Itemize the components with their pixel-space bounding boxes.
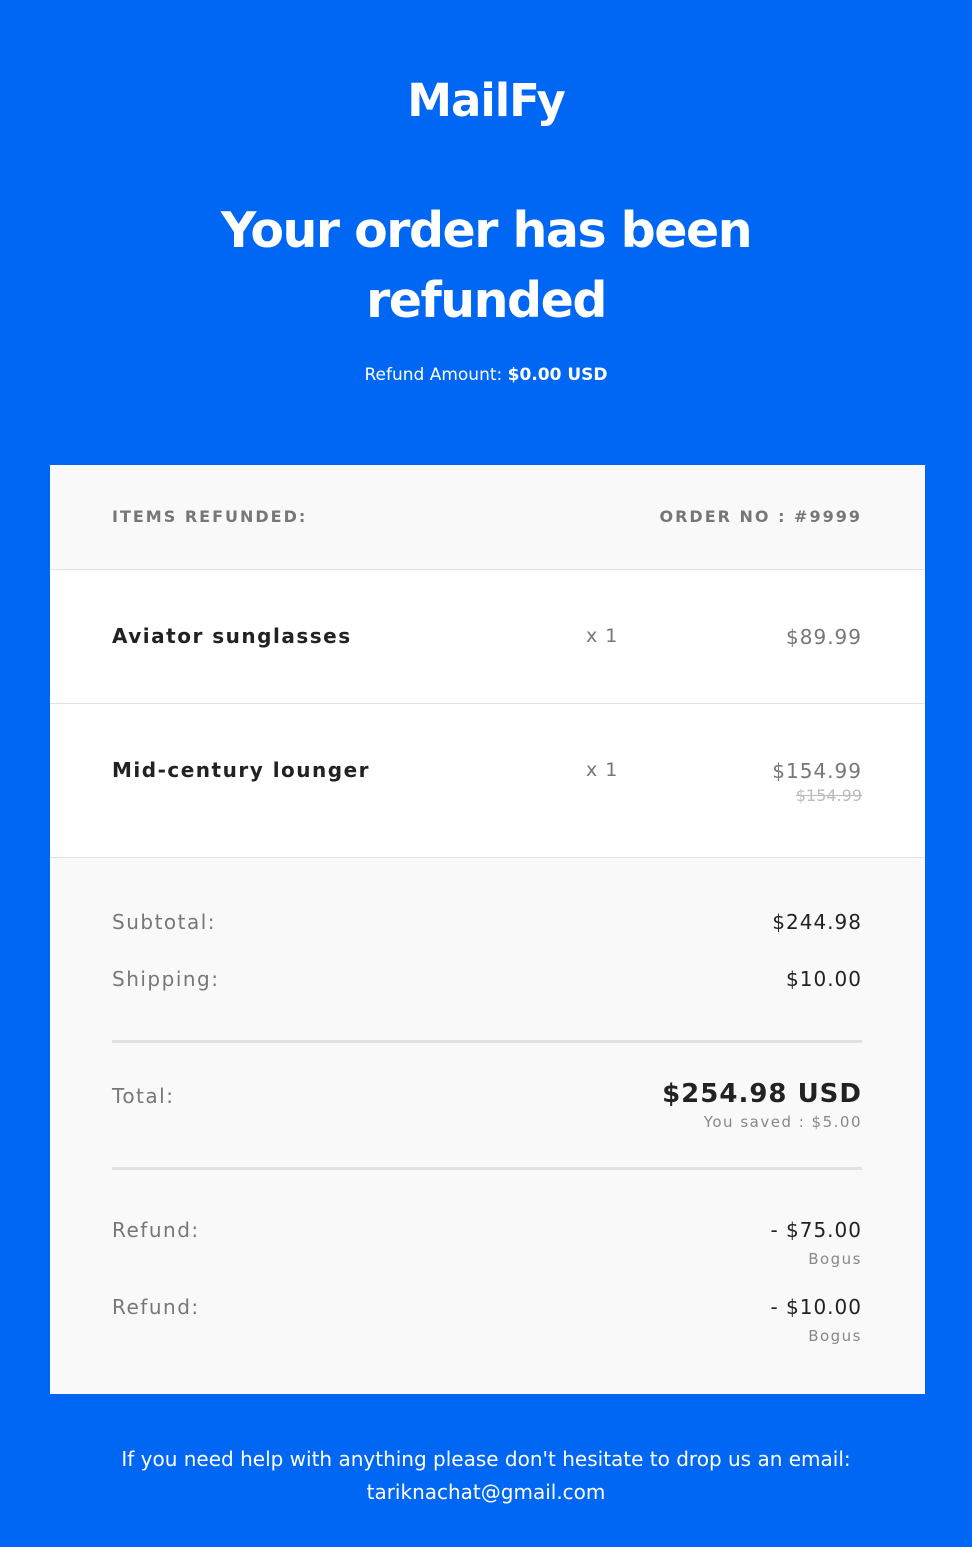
subtotal-label: Subtotal: [112,910,217,934]
refund-note: Bogus [808,1250,862,1268]
support-email-link[interactable]: tariknachat@gmail.com [0,1476,972,1509]
item-price: $154.99 [772,759,862,783]
help-text: If you need help with anything please do… [121,1447,851,1471]
shipping-value: $10.00 [786,967,862,991]
item-price: $89.99 [786,625,862,649]
order-number: ORDER NO : #9999 [659,507,862,526]
item-name: Aviator sunglasses [112,624,352,648]
refund-amount: Refund Amount: $0.00 USD [0,365,972,385]
divider [112,1167,862,1170]
refund-value: - $75.00 [770,1218,862,1242]
savings-note: You saved : $5.00 [703,1113,862,1131]
page-title: Your order has been refunded [220,202,753,329]
table-row: Aviator sunglasses x 1 $89.99 [50,570,925,704]
footer: If you need help with anything please do… [0,1443,972,1509]
refund-label: Refund: [112,1218,200,1242]
brand-logo: MailFy [407,74,566,127]
order-card-header: ITEMS REFUNDED: ORDER NO : #9999 [50,465,925,570]
item-quantity: x 1 [586,759,619,781]
total-label: Total: [112,1084,175,1108]
total-value: $254.98 USD [662,1079,862,1109]
divider [112,1040,862,1043]
order-card: ITEMS REFUNDED: ORDER NO : #9999 Aviator… [50,465,925,1394]
refund-note: Bogus [808,1327,862,1345]
table-row: Mid-century lounger x 1 $154.99 $154.99 [50,704,925,858]
item-name: Mid-century lounger [112,758,371,782]
order-summary: Subtotal: $244.98 Shipping: $10.00 Total… [50,858,925,1394]
subtotal-value: $244.98 [772,910,862,934]
item-quantity: x 1 [586,625,619,647]
shipping-label: Shipping: [112,967,220,991]
item-original-price: $154.99 [795,786,862,805]
refund-value: - $10.00 [770,1295,862,1319]
refund-amount-value: $0.00 USD [507,365,608,385]
items-refunded-heading: ITEMS REFUNDED: [112,507,308,526]
refund-label: Refund: [112,1295,200,1319]
refund-amount-label: Refund Amount: [364,365,503,385]
